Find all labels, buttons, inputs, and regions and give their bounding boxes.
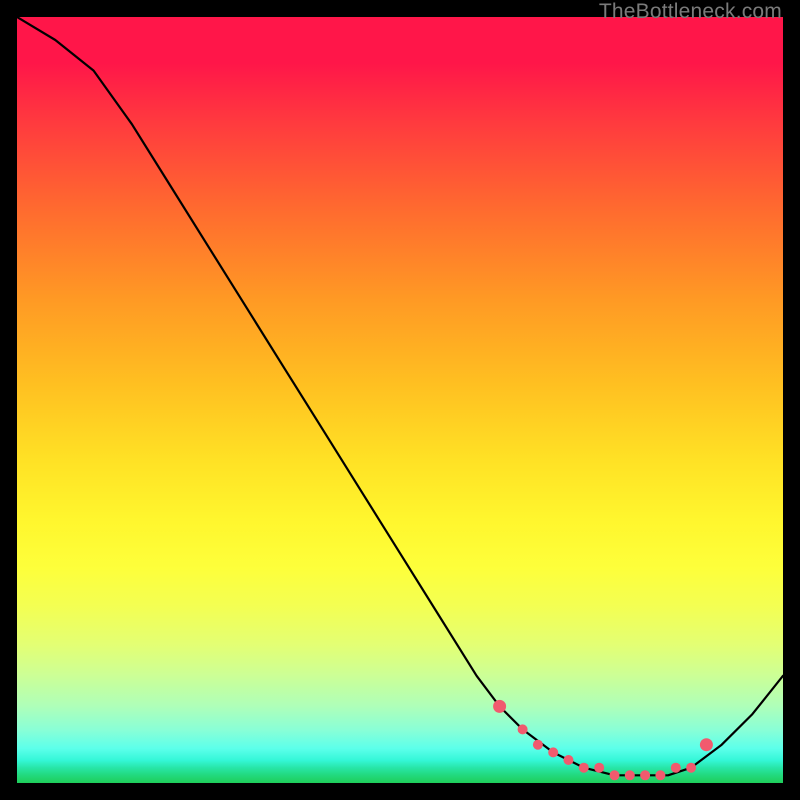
watermark-text: TheBottleneck.com [599,0,782,24]
chart-svg [17,17,783,783]
marker-dot [625,770,635,780]
marker-dot [493,700,506,713]
marker-dot [548,747,558,757]
chart-frame: TheBottleneck.com [0,0,800,800]
plot-area [17,17,783,783]
marker-dot [594,763,604,773]
marker-dot [579,763,589,773]
marker-dot [564,755,574,765]
curve-line [17,17,783,775]
marker-dot [518,724,528,734]
marker-dot [700,738,713,751]
flat-region-markers [493,700,713,780]
marker-dot [533,740,543,750]
marker-dot [686,763,696,773]
marker-dot [655,770,665,780]
marker-dot [671,763,681,773]
marker-dot [610,770,620,780]
marker-dot [640,770,650,780]
